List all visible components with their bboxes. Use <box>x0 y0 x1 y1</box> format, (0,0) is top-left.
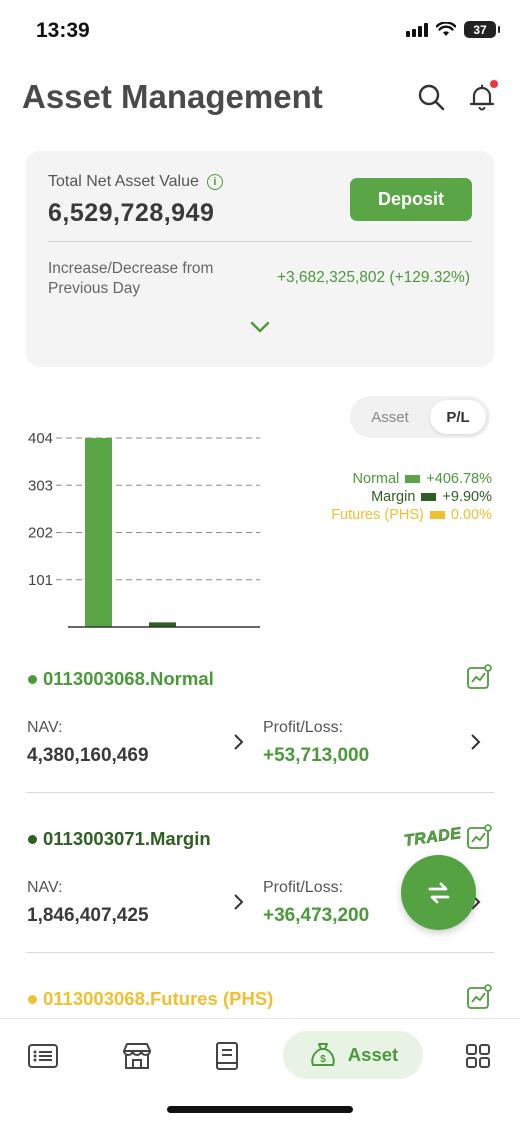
legend-value: 0.00% <box>450 507 492 523</box>
asset-pl-toggle: Asset P/L <box>350 396 490 438</box>
account-divider <box>26 792 494 793</box>
pl-label: Profit/Loss: <box>263 719 344 736</box>
total-nav-label: Total Net Asset Value <box>48 173 199 190</box>
pl-value: +53,713,000 <box>263 745 370 766</box>
card-divider <box>48 241 472 242</box>
chart-legend: Normal +406.78% Margin +9.90% Futures (P… <box>331 470 492 524</box>
battery-icon: 37 <box>464 21 500 38</box>
account-name[interactable]: 0113003068.Normal <box>28 668 214 690</box>
chevron-down-icon[interactable] <box>248 319 272 335</box>
line-chart-icon[interactable] <box>466 664 492 690</box>
nav-value: 4,380,160,469 <box>27 745 149 766</box>
legend-name: Margin <box>371 489 416 505</box>
change-value: +3,682,325,802 (+129.32%) <box>276 269 470 286</box>
nav-asset-label: Asset <box>347 1044 399 1065</box>
status-icons: 37 <box>406 21 500 38</box>
legend-name: Futures (PHS) <box>331 507 424 523</box>
pl-value: +36,473,200 <box>263 905 370 926</box>
account-name[interactable]: 0113003068.Futures (PHS) <box>28 988 273 1010</box>
pl-bar-chart: 101 202 303 404 <box>28 430 260 628</box>
account-name-label: 0113003068.Normal <box>43 668 214 689</box>
y-tick-label: 202 <box>28 525 53 542</box>
account-dot <box>28 834 37 844</box>
legend-value: +9.90% <box>442 489 492 505</box>
change-label: Increase/Decrease from Previous Day <box>48 260 214 297</box>
store-icon <box>123 1043 151 1069</box>
account-name[interactable]: 0113003071.Margin <box>28 828 211 850</box>
info-icon[interactable]: i <box>206 174 223 190</box>
account-name-label: 0113003068.Futures (PHS) <box>43 988 274 1009</box>
page-title: Asset Management <box>22 78 323 115</box>
y-tick-label: 303 <box>28 477 53 494</box>
nav-asset[interactable]: $ Asset <box>283 1031 423 1079</box>
pl-label: Profit/Loss: <box>263 879 344 896</box>
account-dot <box>28 994 37 1004</box>
nav-label: NAV: <box>27 719 63 736</box>
nav-label: NAV: <box>27 879 63 896</box>
list-icon <box>28 1044 58 1068</box>
summary-card: Total Net Asset Value i 6,529,728,949 De… <box>26 151 494 367</box>
legend-swatch <box>421 493 437 501</box>
search-icon[interactable] <box>416 82 446 112</box>
legend-item-normal: Normal +406.78% <box>331 470 492 488</box>
nav-more[interactable] <box>461 1039 495 1073</box>
total-nav-value: 6,529,728,949 <box>48 199 215 227</box>
status-bar: 13:39 37 <box>0 0 520 60</box>
signal-icon <box>406 22 428 37</box>
notification-dot <box>490 80 498 88</box>
legend-swatch <box>429 511 445 519</box>
y-tick-label: 404 <box>28 430 53 447</box>
account-name-label: 0113003071.Margin <box>43 828 211 849</box>
trade-button[interactable] <box>401 855 476 930</box>
legend-item-margin: Margin +9.90% <box>331 488 492 506</box>
account-dot <box>28 674 37 684</box>
book-icon <box>216 1042 238 1070</box>
toggle-pl[interactable]: P/L <box>430 400 486 434</box>
grid-icon <box>466 1044 490 1068</box>
nav-label-row: Total Net Asset Value i <box>48 173 223 191</box>
toggle-asset[interactable]: Asset <box>350 396 430 438</box>
status-time: 13:39 <box>36 19 90 42</box>
nav-value: 1,846,407,425 <box>27 905 149 926</box>
chevron-right-icon[interactable] <box>232 733 244 751</box>
svg-text:$: $ <box>320 1054 326 1065</box>
legend-value: +406.78% <box>426 471 492 487</box>
trade-label: TRADE <box>403 825 463 850</box>
line-chart-icon[interactable] <box>466 824 492 850</box>
deposit-button[interactable]: Deposit <box>350 178 472 221</box>
nav-book[interactable] <box>210 1039 244 1073</box>
legend-name: Normal <box>352 471 400 487</box>
home-indicator <box>167 1106 353 1113</box>
wifi-icon <box>436 22 456 36</box>
money-bag-icon: $ <box>311 1043 335 1066</box>
y-tick-label: 101 <box>28 572 53 589</box>
chevron-right-icon[interactable] <box>469 733 481 751</box>
legend-swatch <box>405 475 421 483</box>
swap-icon <box>428 882 449 903</box>
chevron-right-icon[interactable] <box>232 893 244 911</box>
nav-list[interactable] <box>26 1039 60 1073</box>
nav-market[interactable] <box>120 1039 154 1073</box>
line-chart-icon[interactable] <box>466 984 492 1010</box>
legend-item-futures: Futures (PHS) 0.00% <box>331 506 492 524</box>
bar-normal <box>85 438 112 627</box>
account-divider <box>26 952 494 953</box>
